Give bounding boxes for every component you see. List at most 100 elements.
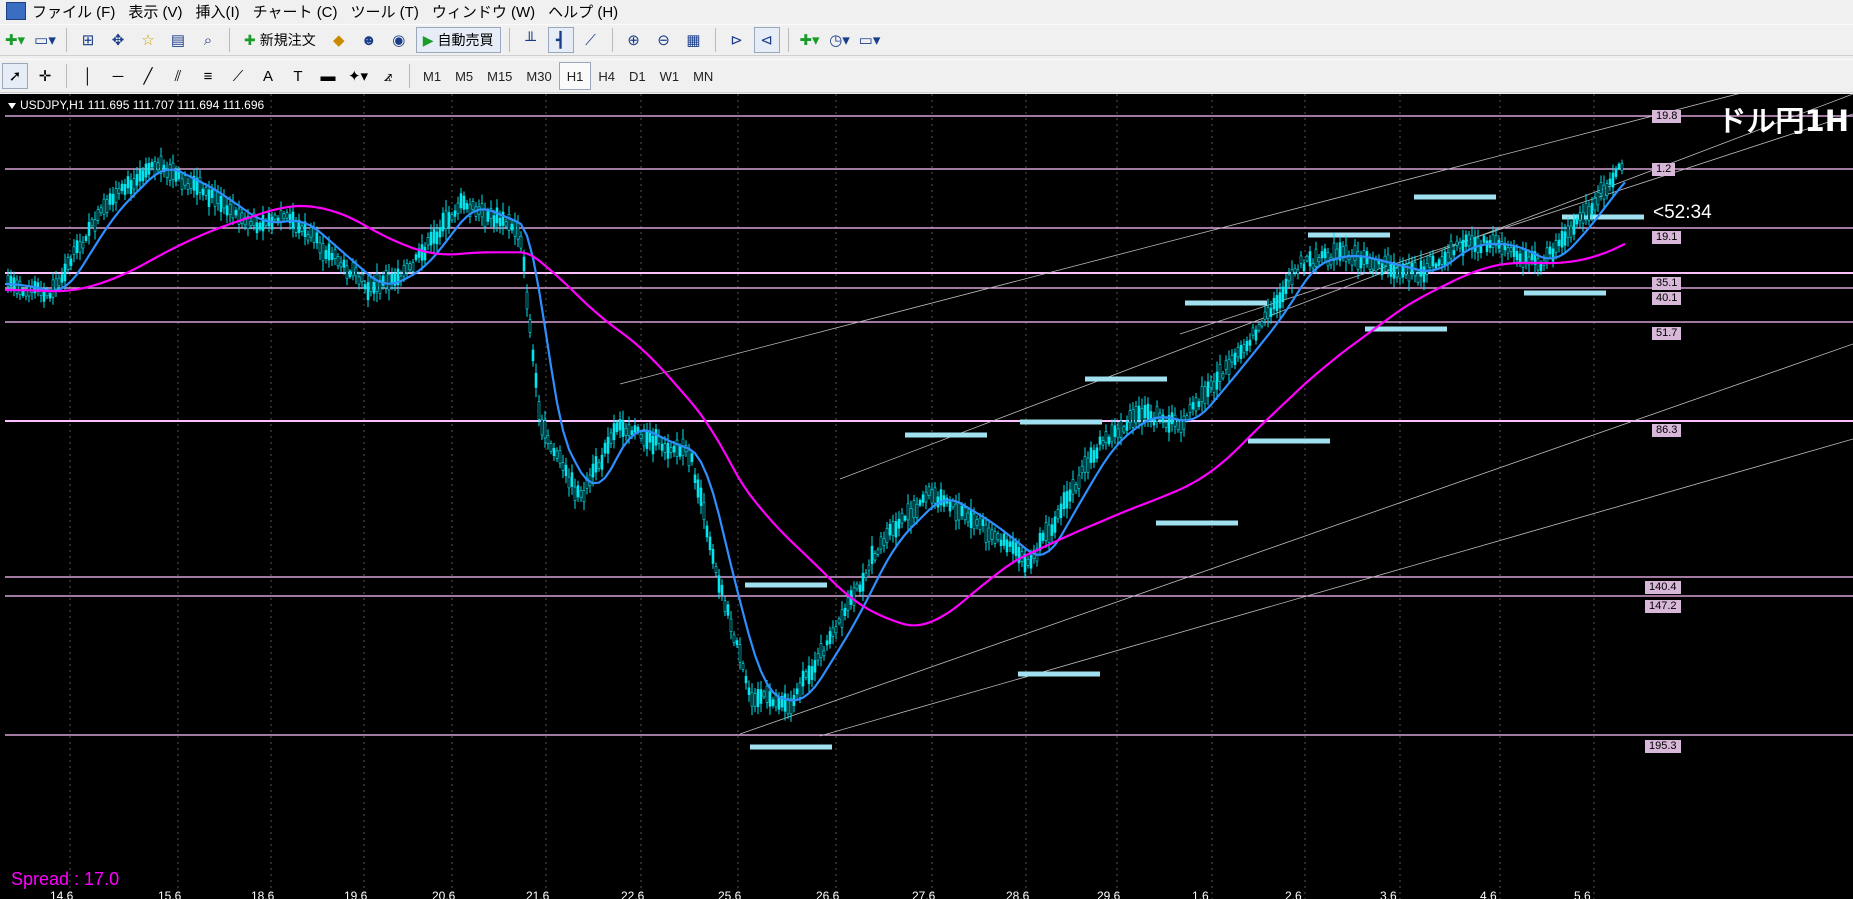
date-axis-label: 26.6 bbox=[816, 889, 840, 899]
candle-body bbox=[306, 234, 310, 241]
cursor-icon[interactable]: ➚ bbox=[2, 63, 28, 89]
signals-icon[interactable]: ☻ bbox=[356, 27, 382, 53]
menu-window[interactable]: ウィンドウ (W) bbox=[432, 1, 548, 22]
candle-body bbox=[828, 631, 832, 645]
candle-body bbox=[720, 584, 724, 596]
candle-body bbox=[528, 319, 532, 333]
gann-fan-icon[interactable]: ⦨ bbox=[375, 63, 401, 89]
candle-body bbox=[753, 693, 757, 707]
bar-chart-icon[interactable]: ╨ bbox=[518, 27, 544, 53]
candle-body bbox=[654, 429, 658, 446]
menu-insert[interactable]: 挿入(I) bbox=[196, 1, 253, 22]
fibonacci-retracement-icon[interactable]: ≡ bbox=[195, 63, 221, 89]
data-window-icon[interactable]: ✥ bbox=[105, 27, 131, 53]
text-icon[interactable]: A bbox=[255, 63, 281, 89]
menu-tools[interactable]: ツール (T) bbox=[351, 1, 432, 22]
candle-body bbox=[507, 213, 511, 231]
chart-window[interactable]: USDJPY,H1 111.695 111.707 111.694 111.69… bbox=[0, 94, 1853, 899]
new-order-button[interactable]: ✚ 新規注文 bbox=[238, 27, 322, 53]
auto-trading-button[interactable]: ▶ 自動売買 bbox=[415, 27, 501, 53]
indicators-icon[interactable]: ✚▾ bbox=[797, 27, 823, 53]
timeframe-m1[interactable]: M1 bbox=[416, 63, 448, 89]
rectangle-icon[interactable]: ▬ bbox=[315, 63, 341, 89]
chart-shift-icon[interactable]: ⊲ bbox=[753, 27, 780, 53]
equidistant-channel-icon[interactable]: ⫽ bbox=[165, 63, 191, 89]
candle-body bbox=[1518, 253, 1522, 263]
market-icon[interactable]: ◉ bbox=[386, 27, 412, 53]
candle-body bbox=[105, 199, 109, 213]
candle-body bbox=[1179, 419, 1183, 433]
candle-body bbox=[93, 219, 97, 232]
timeframe-h4[interactable]: H4 bbox=[591, 63, 622, 89]
menu-view[interactable]: 表示 (V) bbox=[128, 1, 195, 22]
timeframe-h1[interactable]: H1 bbox=[558, 62, 592, 90]
menu-help[interactable]: ヘルプ (H) bbox=[548, 1, 631, 22]
candle-body bbox=[1356, 251, 1360, 270]
timeframe-d1[interactable]: D1 bbox=[622, 63, 653, 89]
vertical-line-icon[interactable]: │ bbox=[75, 63, 101, 89]
channel-line bbox=[739, 343, 1853, 735]
candle-body bbox=[1395, 268, 1399, 278]
candle-body bbox=[1269, 307, 1273, 317]
navigator-icon[interactable]: ☆ bbox=[135, 27, 161, 53]
zoom-in-icon[interactable]: ⊕ bbox=[621, 27, 647, 53]
candle-body bbox=[1122, 426, 1126, 433]
timeframe-mn[interactable]: MN bbox=[686, 63, 720, 89]
crosshair-icon[interactable]: ✛ bbox=[32, 63, 58, 89]
strategy-tester-icon[interactable]: ⌕ bbox=[195, 27, 221, 53]
timeframe-m15[interactable]: M15 bbox=[480, 63, 519, 89]
candle-body bbox=[1146, 403, 1150, 421]
candle-body bbox=[594, 456, 598, 473]
candle-body bbox=[180, 178, 184, 190]
candle-body bbox=[1614, 168, 1618, 177]
tile-windows-icon[interactable]: ▦ bbox=[681, 27, 707, 53]
channel-line bbox=[819, 438, 1853, 737]
text-label-icon[interactable]: T bbox=[285, 63, 311, 89]
menu-file[interactable]: ファイル (F) bbox=[32, 1, 128, 22]
price-chart[interactable] bbox=[0, 94, 1853, 899]
candle-body bbox=[645, 430, 649, 449]
profiles-icon[interactable]: ▭▾ bbox=[32, 27, 58, 53]
market-watch-icon[interactable]: ⊞ bbox=[75, 27, 101, 53]
candle-body bbox=[453, 210, 457, 217]
candle-body bbox=[1563, 231, 1567, 246]
menu-chart[interactable]: チャート (C) bbox=[253, 1, 351, 22]
candle-body bbox=[537, 401, 541, 420]
app-icon[interactable] bbox=[6, 2, 26, 20]
templates-icon[interactable]: ▭▾ bbox=[857, 27, 883, 53]
line-chart-icon[interactable]: ⟋ bbox=[578, 27, 604, 53]
auto-scroll-icon[interactable]: ⊳ bbox=[724, 27, 750, 53]
candle-body bbox=[525, 291, 529, 310]
arrows-icon[interactable]: ✦▾ bbox=[345, 63, 371, 89]
trendline-icon[interactable]: ╱ bbox=[135, 63, 161, 89]
fibonacci-fan-icon[interactable]: ⟋ bbox=[225, 63, 251, 89]
candle-body bbox=[807, 665, 811, 684]
zoom-out-icon[interactable]: ⊖ bbox=[651, 27, 677, 53]
candle-body bbox=[1296, 269, 1300, 275]
candle-body bbox=[1209, 380, 1213, 388]
new-chart-icon[interactable]: ✚▾ bbox=[2, 27, 28, 53]
candle-body bbox=[1485, 240, 1489, 252]
candle-body bbox=[99, 207, 103, 214]
candle-body bbox=[600, 454, 604, 470]
candle-body bbox=[132, 178, 136, 190]
periods-icon[interactable]: ◷▾ bbox=[827, 27, 853, 53]
candle-body bbox=[312, 227, 316, 243]
collapse-triangle-icon[interactable] bbox=[8, 102, 16, 109]
timeframe-m5[interactable]: M5 bbox=[448, 63, 480, 89]
candle-body bbox=[345, 265, 349, 280]
candle-body bbox=[324, 250, 328, 259]
horizontal-line-icon[interactable]: ─ bbox=[105, 63, 131, 89]
timeframe-m30[interactable]: M30 bbox=[519, 63, 558, 89]
candle-body bbox=[390, 273, 394, 284]
candle-body bbox=[861, 572, 865, 592]
terminal-icon[interactable]: ▤ bbox=[165, 27, 191, 53]
candle-body bbox=[1116, 428, 1120, 439]
candle-body bbox=[1119, 420, 1123, 438]
timeframe-w1[interactable]: W1 bbox=[653, 63, 687, 89]
candle-body bbox=[1317, 257, 1321, 263]
metaeditor-icon[interactable]: ◆ bbox=[326, 27, 352, 53]
candlestick-icon[interactable]: ┫ bbox=[547, 27, 574, 53]
candle-body bbox=[420, 244, 424, 261]
price-level-label: 51.7 bbox=[1652, 327, 1682, 340]
